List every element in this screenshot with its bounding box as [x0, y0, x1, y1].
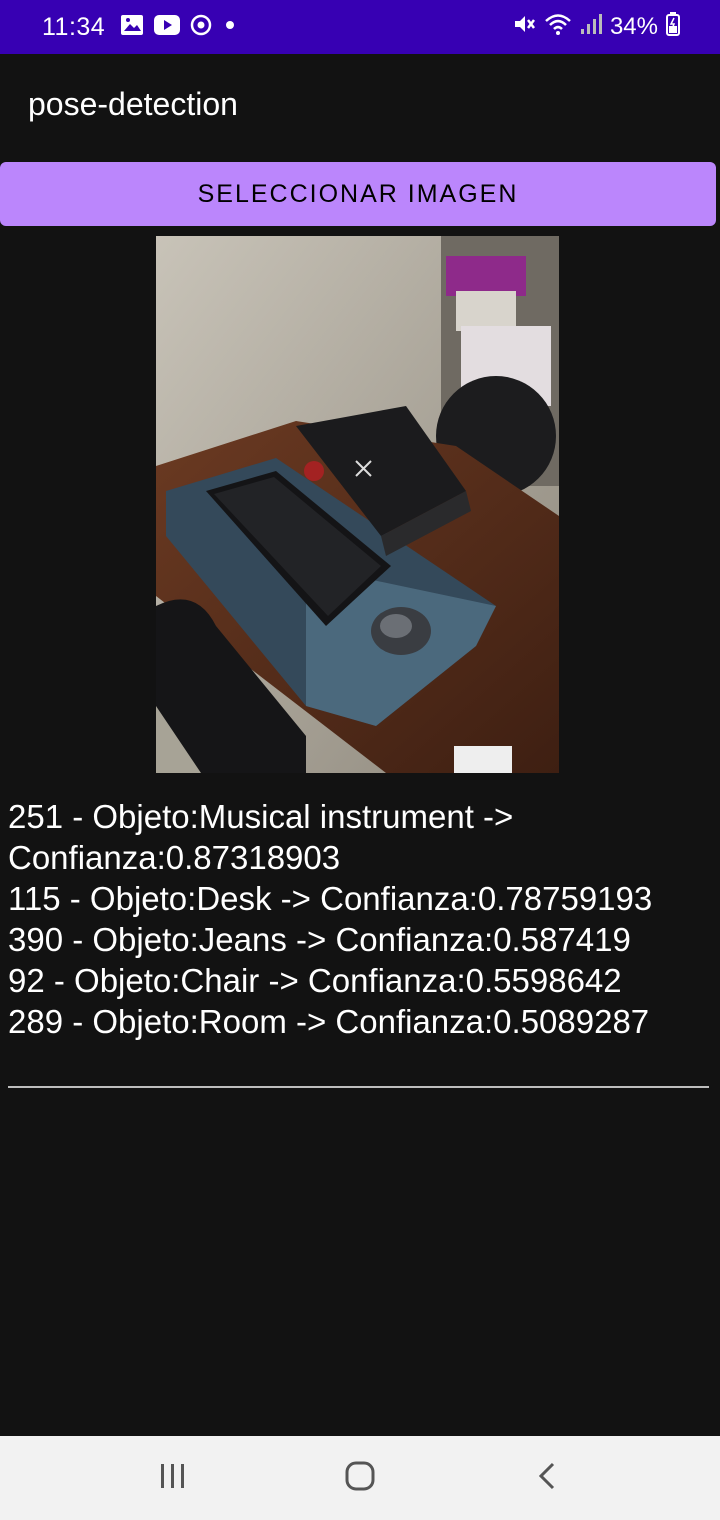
recents-icon	[158, 1462, 188, 1495]
wifi-icon	[544, 12, 572, 43]
system-icons: 34%	[512, 11, 680, 43]
result-line: 251 - Objeto:Musical instrument -> Confi…	[8, 798, 514, 876]
back-icon	[535, 1461, 559, 1496]
result-line: 115 - Objeto:Desk -> Confianza:0.7875919…	[8, 880, 653, 917]
result-line: 92 - Objeto:Chair -> Confianza:0.5598642	[8, 962, 622, 999]
recents-button[interactable]	[143, 1458, 203, 1498]
status-bar: 11:34 34%	[0, 0, 720, 54]
dot-icon	[222, 17, 238, 38]
youtube-icon	[154, 14, 180, 40]
result-line: 390 - Objeto:Jeans -> Confianza:0.587419	[8, 921, 631, 958]
selected-image	[156, 236, 559, 773]
result-line: 289 - Objeto:Room -> Confianza:0.5089287	[8, 1003, 650, 1040]
select-image-button[interactable]: SELECCIONAR IMAGEN	[0, 162, 716, 226]
app-title: pose-detection	[28, 86, 238, 122]
status-time: 11:34	[42, 13, 106, 41]
notification-icons	[120, 14, 238, 40]
navigation-bar	[0, 1436, 720, 1520]
battery-icon	[666, 11, 680, 43]
home-icon	[344, 1460, 376, 1497]
home-button[interactable]	[330, 1458, 390, 1498]
gallery-icon	[120, 14, 144, 41]
detection-results: 251 - Objeto:Musical instrument -> Confi…	[8, 796, 713, 1042]
sync-icon	[190, 14, 212, 41]
back-button[interactable]	[517, 1458, 577, 1498]
divider	[8, 1086, 709, 1088]
battery-percentage: 34%	[609, 13, 658, 40]
mute-icon	[512, 12, 536, 43]
signal-icon	[580, 12, 602, 43]
app-bar: pose-detection	[0, 54, 720, 158]
